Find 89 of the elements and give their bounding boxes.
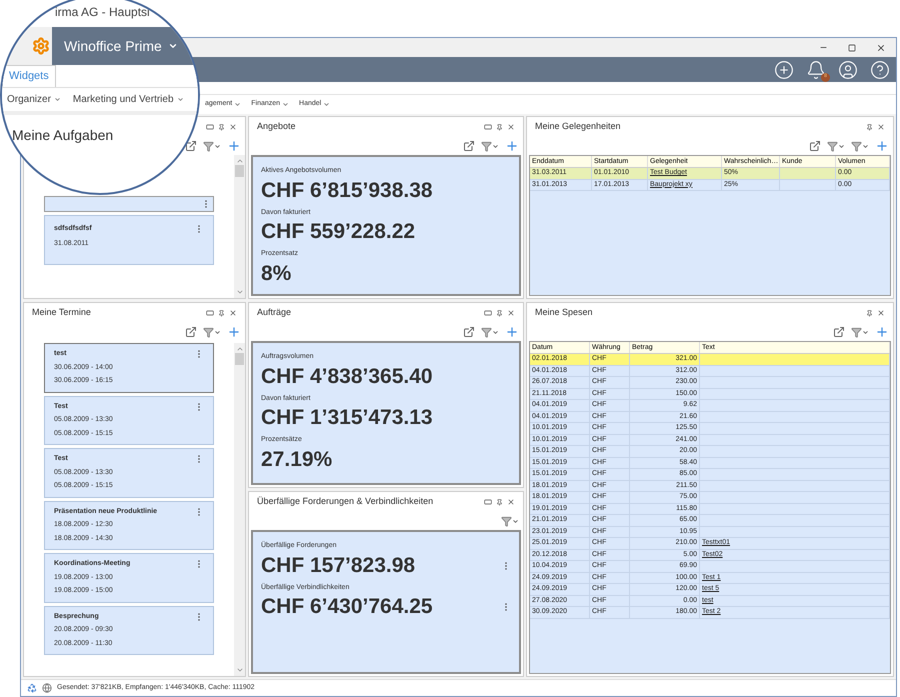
restore-icon[interactable] [484,309,492,317]
panel-title: Meine Termine [32,306,91,320]
help-icon[interactable] [870,60,890,80]
close-icon[interactable] [507,123,515,131]
panel-title: Meine Spesen [535,306,593,320]
scroll-up-icon[interactable] [236,345,244,353]
restore-icon[interactable] [484,498,492,506]
globe-icon [42,683,52,693]
add-icon[interactable] [227,139,241,153]
caret-icon [54,96,61,103]
scrollbar[interactable] [234,343,245,676]
filter-button[interactable] [851,326,869,338]
add-icon[interactable] [505,139,519,153]
caret-icon [176,96,184,103]
panel-title: Meine Gelegenheiten [535,120,621,134]
filter-button[interactable] [203,326,221,338]
filter-button[interactable] [481,140,499,152]
close-icon[interactable] [877,123,885,131]
add-icon[interactable] [875,139,889,153]
caret-icon [512,518,519,524]
caret-icon [492,142,499,150]
scrollbar-thumb[interactable] [235,353,244,365]
gear-logo-icon [32,37,50,55]
panel-title: Meine Aufgaben [12,126,114,145]
caret-icon [282,101,290,108]
caret-icon [168,41,178,51]
external-link-icon[interactable] [463,326,475,338]
caret-icon [214,328,221,336]
panel-title: Überfällige Forderungen & Verbindlichkeiten [257,495,434,508]
caret-icon [234,101,242,108]
close-icon[interactable] [229,123,237,131]
add-icon[interactable] [505,325,519,339]
caret-icon [492,328,499,336]
scrollbar[interactable] [234,155,245,298]
caret-icon [862,142,869,150]
recycle-icon[interactable] [27,683,37,693]
metric-value: CHF 4’838’365.40 [261,364,434,390]
pin-icon[interactable] [496,124,503,130]
pin-icon[interactable] [496,498,503,506]
filter-button[interactable] [827,140,845,152]
close-icon[interactable] [507,309,515,317]
caret-icon [214,142,221,150]
external-link-icon[interactable] [833,326,845,338]
close-icon[interactable] [229,309,237,317]
metric-value: 27.19% [261,446,334,472]
external-link-icon[interactable] [463,140,475,152]
restore-icon[interactable] [206,123,214,131]
filter-button[interactable] [501,516,519,526]
close-icon[interactable] [876,42,886,52]
metric-value: CHF 1’315’473.13 [261,405,434,431]
scroll-up-icon[interactable] [236,157,244,165]
external-link-icon[interactable] [809,140,821,152]
pin-icon[interactable] [218,124,225,130]
menu-item[interactable]: Organizer [7,92,61,107]
restore-icon[interactable] [206,309,214,317]
scroll-down-icon[interactable] [236,288,244,296]
notification-bell-icon[interactable] [806,60,826,80]
menu-item[interactable]: Marketing und Vertrieb [72,92,184,107]
filter-button[interactable] [481,326,499,338]
add-icon[interactable] [227,325,241,339]
metric-value: 8% [261,260,292,286]
window-title: irma AG - Hauptsi [55,4,150,21]
caret-icon [862,328,869,336]
filter-button[interactable] [851,140,869,152]
scrollbar-thumb[interactable] [235,165,244,177]
caret-icon [838,142,845,150]
pin-icon[interactable] [866,124,873,130]
maximize-icon[interactable] [848,44,856,52]
close-icon[interactable] [507,498,515,506]
external-link-icon[interactable] [185,140,197,152]
external-link-icon[interactable] [185,326,197,338]
add-icon[interactable] [774,60,794,80]
metric-value: CHF 6’430’764.25 [261,594,434,620]
panel-title: Aufträge [257,306,292,320]
metric-value: CHF 6’815’938.38 [261,178,434,204]
filter-button[interactable] [203,140,221,152]
caret-icon [323,101,330,108]
metric-value: CHF 157’823.98 [261,552,416,578]
add-icon[interactable] [875,325,889,339]
metric-value: CHF 559’228.22 [261,219,416,245]
pin-icon[interactable] [866,310,873,316]
pin-icon[interactable] [496,310,503,316]
tab[interactable]: Widgets [2,65,56,87]
user-icon[interactable] [838,60,858,80]
restore-icon[interactable] [484,123,492,131]
close-icon[interactable] [877,309,885,317]
scroll-down-icon[interactable] [236,666,244,674]
pin-icon[interactable] [218,310,225,316]
panel-title: Angebote [257,120,296,134]
